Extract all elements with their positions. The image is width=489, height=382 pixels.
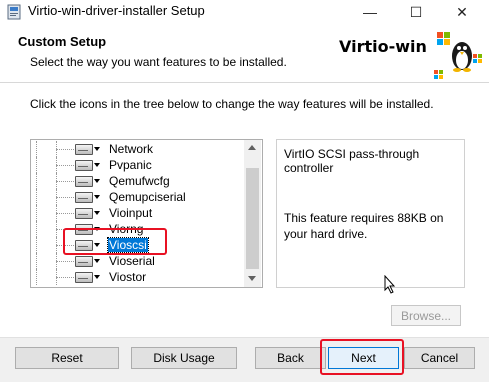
windows-tux-logo-icon [434, 32, 482, 79]
back-button[interactable]: Back [255, 347, 326, 369]
install-state-drive-icon[interactable] [75, 176, 93, 187]
tree-line [56, 149, 74, 151]
tree-line [36, 141, 38, 157]
reset-button[interactable]: Reset [15, 347, 119, 369]
title-bar: Virtio-win-driver-installer Setup — ☐ ✕ [0, 0, 489, 24]
tree-item-network[interactable]: Network [31, 141, 244, 157]
tree-line [56, 165, 74, 167]
minimize-button[interactable]: — [353, 0, 387, 24]
annotation-highlight-box [320, 339, 404, 375]
tree-line [56, 261, 74, 263]
page-header: Custom Setup Select the way you want fea… [0, 24, 489, 83]
page-subtitle: Select the way you want features to be i… [30, 55, 287, 69]
tree-line [36, 269, 38, 285]
tree-item-viostor[interactable]: Viostor [31, 269, 244, 285]
scroll-thumb[interactable] [246, 168, 259, 269]
tree-line [56, 277, 74, 279]
maximize-button[interactable]: ☐ [399, 0, 433, 24]
install-state-drive-icon[interactable] [75, 144, 93, 155]
tree-line [36, 253, 38, 269]
tree-line [56, 181, 74, 183]
dropdown-arrow-icon[interactable] [94, 195, 100, 199]
dropdown-arrow-icon[interactable] [94, 163, 100, 167]
tree-line [56, 213, 74, 215]
tree-line [36, 157, 38, 173]
feature-size-text: This feature requires 88KB on your hard … [284, 211, 444, 241]
tree-item-vioinput[interactable]: Vioinput [31, 205, 244, 221]
tree-line [36, 221, 38, 237]
feature-description-panel: VirtIO SCSI pass-through controller This… [276, 139, 465, 288]
tree-item-label[interactable]: Qemupciserial [108, 190, 187, 204]
scroll-up-icon[interactable] [248, 145, 256, 150]
browse-button[interactable]: Browse... [391, 305, 461, 326]
brand-name: Virtio-win [339, 37, 427, 56]
dropdown-arrow-icon[interactable] [94, 179, 100, 183]
install-state-drive-icon[interactable] [75, 272, 93, 283]
install-state-drive-icon[interactable] [75, 160, 93, 171]
instructions-text: Click the icons in the tree below to cha… [30, 97, 434, 111]
installer-app-icon [7, 4, 21, 20]
dropdown-arrow-icon[interactable] [94, 211, 100, 215]
cancel-button[interactable]: Cancel [404, 347, 475, 369]
tree-item-label[interactable]: Vioserial [108, 254, 156, 268]
tree-line [36, 237, 38, 253]
tree-line [36, 189, 38, 205]
tree-item-label[interactable]: Network [108, 142, 154, 156]
tree-line [36, 173, 38, 189]
dropdown-arrow-icon[interactable] [94, 275, 100, 279]
tree-item-pvpanic[interactable]: Pvpanic [31, 157, 244, 173]
tree-line [36, 205, 38, 221]
tree-item-qemufwcfg[interactable]: Qemufwcfg [31, 173, 244, 189]
install-state-drive-icon[interactable] [75, 192, 93, 203]
tree-item-label[interactable]: Pvpanic [108, 158, 153, 172]
tree-item-label[interactable]: Viostor [108, 270, 147, 284]
tree-scrollbar[interactable] [244, 140, 261, 287]
tree-item-label[interactable]: Vioinput [108, 206, 153, 220]
install-state-drive-icon[interactable] [75, 256, 93, 267]
dropdown-arrow-icon[interactable] [94, 147, 100, 151]
tree-item-vioserial[interactable]: Vioserial [31, 253, 244, 269]
page-title: Custom Setup [18, 34, 107, 49]
window-title: Virtio-win-driver-installer Setup [28, 3, 205, 18]
install-state-drive-icon[interactable] [75, 208, 93, 219]
feature-tree[interactable]: Network Pvpanic Qemufwcfg Qemupciserial … [30, 139, 263, 288]
scroll-down-icon[interactable] [248, 276, 256, 281]
tree-item-label[interactable]: Qemufwcfg [108, 174, 171, 188]
feature-description: VirtIO SCSI pass-through controller [284, 147, 420, 175]
annotation-highlight-box [63, 228, 167, 255]
tree-line [56, 197, 74, 199]
disk-usage-button[interactable]: Disk Usage [131, 347, 237, 369]
dropdown-arrow-icon[interactable] [94, 259, 100, 263]
close-button[interactable]: ✕ [445, 0, 479, 24]
tree-item-qemupciserial[interactable]: Qemupciserial [31, 189, 244, 205]
mouse-cursor-icon [384, 275, 396, 294]
